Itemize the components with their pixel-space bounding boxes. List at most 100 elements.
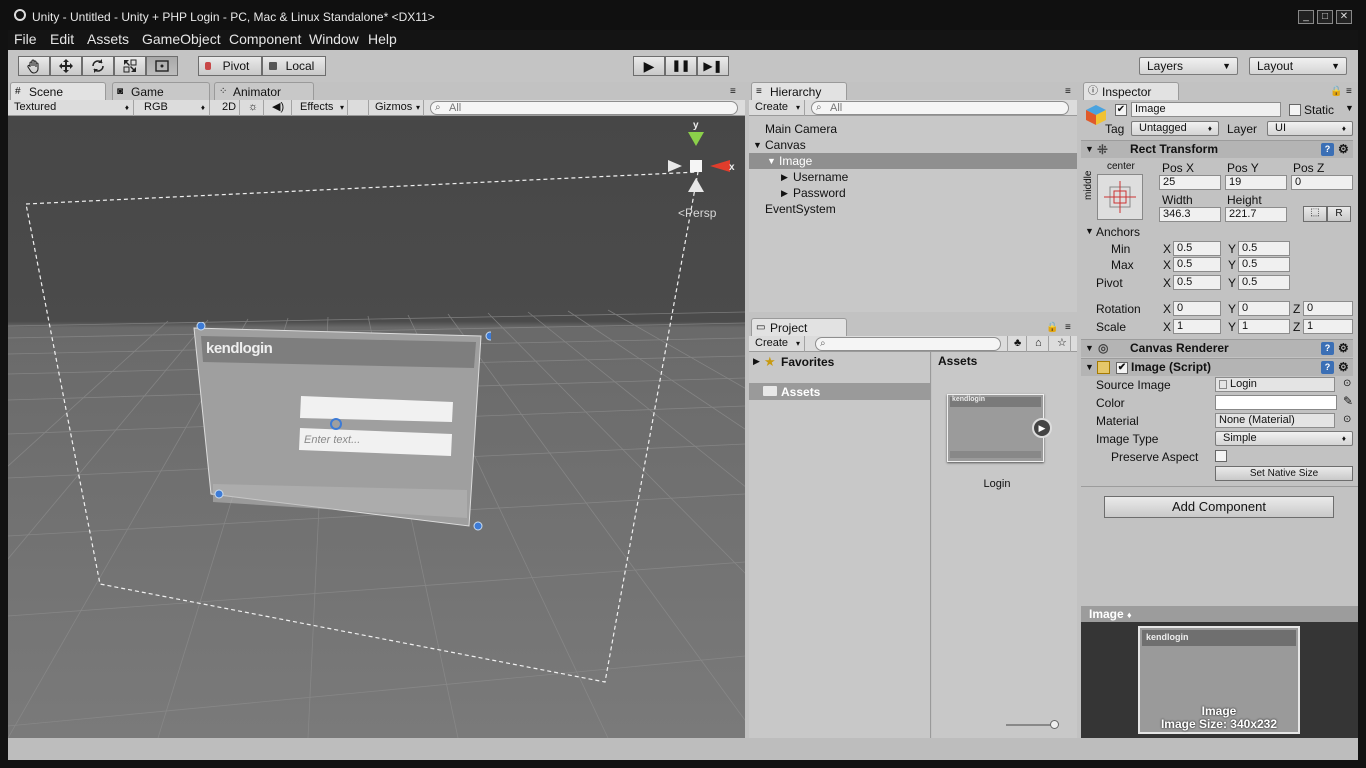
login-asset-thumbnail[interactable]: kendlogin bbox=[947, 394, 1044, 462]
draw-mode-dropdown[interactable]: Textured ♦ bbox=[8, 100, 134, 116]
2d-toggle[interactable]: 2D bbox=[216, 100, 240, 116]
help-icon[interactable]: ? bbox=[1321, 361, 1334, 374]
settings-gear-icon[interactable]: ⚙ bbox=[1338, 340, 1349, 357]
object-picker-icon[interactable]: ⊙ bbox=[1343, 378, 1351, 389]
tab-project[interactable]: ▭ Project bbox=[751, 318, 847, 336]
menu-assets[interactable]: Assets bbox=[87, 31, 129, 47]
help-icon[interactable]: ? bbox=[1321, 143, 1334, 156]
layout-dropdown[interactable]: Layout ▼ bbox=[1249, 57, 1347, 75]
rotation-y-field[interactable]: 0 bbox=[1238, 301, 1290, 316]
step-button[interactable]: ▶❚ bbox=[697, 56, 729, 76]
menu-help[interactable]: Help bbox=[368, 31, 397, 47]
raw-edit-button[interactable]: R bbox=[1327, 206, 1351, 222]
hierarchy-item-main-camera[interactable]: Main Camera bbox=[749, 121, 1077, 137]
collapse-arrow-icon[interactable]: ▼ bbox=[1085, 141, 1094, 158]
scale-y-field[interactable]: 1 bbox=[1238, 319, 1290, 334]
set-native-size-button[interactable]: Set Native Size bbox=[1215, 466, 1353, 481]
tab-hierarchy[interactable]: ≡ Hierarchy bbox=[751, 82, 847, 100]
object-picker-icon[interactable]: ⊙ bbox=[1343, 414, 1351, 425]
move-tool-button[interactable] bbox=[50, 56, 82, 76]
lock-icon[interactable]: 🔒 bbox=[1330, 86, 1342, 97]
hierarchy-create-dropdown[interactable]: Create ▾ bbox=[749, 100, 805, 116]
rect-transform-header[interactable]: ▼ ⁜ Rect Transform ? ⚙ bbox=[1081, 140, 1353, 158]
hierarchy-item-username[interactable]: ▶ Username bbox=[749, 169, 1077, 185]
pivot-toggle[interactable]: Pivot bbox=[198, 56, 262, 76]
settings-gear-icon[interactable]: ⚙ bbox=[1338, 141, 1349, 158]
gizmos-dropdown[interactable]: Gizmos ▾ bbox=[368, 100, 424, 116]
add-component-button[interactable]: Add Component bbox=[1104, 496, 1334, 518]
render-mode-dropdown[interactable]: RGB ♦ bbox=[138, 100, 210, 116]
effects-dropdown[interactable]: Effects ▾ bbox=[294, 100, 348, 116]
static-checkbox[interactable] bbox=[1289, 104, 1301, 116]
maximize-button[interactable]: □ bbox=[1317, 10, 1333, 24]
project-menu-icon[interactable]: ≡ bbox=[1065, 322, 1071, 333]
scene-orientation-gizmo[interactable] bbox=[658, 122, 738, 202]
color-swatch[interactable] bbox=[1215, 395, 1337, 410]
scale-z-field[interactable]: 1 bbox=[1303, 319, 1353, 334]
thumbnail-size-slider[interactable] bbox=[1006, 724, 1056, 726]
hierarchy-item-eventsystem[interactable]: EventSystem bbox=[749, 201, 1077, 217]
menu-gameobject[interactable]: GameObject bbox=[142, 31, 221, 47]
hand-tool-button[interactable] bbox=[18, 56, 50, 76]
collapse-arrow-icon[interactable]: ▼ bbox=[1085, 226, 1094, 236]
lock-icon[interactable]: 🔒 bbox=[1046, 322, 1058, 333]
image-script-header[interactable]: ▼ ✔ Image (Script) ? ⚙ bbox=[1081, 358, 1353, 376]
tab-animator[interactable]: ⁘ Animator bbox=[214, 82, 314, 100]
rotation-z-field[interactable]: 0 bbox=[1303, 301, 1353, 316]
posy-field[interactable]: 19 bbox=[1225, 175, 1287, 190]
canvas-renderer-header[interactable]: ▼ ◎ Canvas Renderer ? ⚙ bbox=[1081, 339, 1353, 357]
hierarchy-search-input[interactable]: ⌕ All bbox=[811, 101, 1069, 115]
play-button[interactable]: ▶ bbox=[633, 56, 665, 76]
scale-tool-button[interactable] bbox=[114, 56, 146, 76]
tab-inspector[interactable]: ⓘ Inspector bbox=[1083, 82, 1179, 100]
tab-game[interactable]: ◙ Game bbox=[112, 82, 210, 100]
rotation-x-field[interactable]: 0 bbox=[1173, 301, 1221, 316]
audio-toggle-icon[interactable]: ◀) bbox=[266, 100, 292, 116]
filter-type-icon[interactable]: ♣ bbox=[1007, 336, 1027, 352]
layers-dropdown[interactable]: Layers ▼ bbox=[1139, 57, 1238, 75]
play-asset-icon[interactable]: ▶ bbox=[1032, 418, 1052, 438]
hierarchy-item-image[interactable]: ▼ Image bbox=[749, 153, 1077, 169]
settings-gear-icon[interactable]: ⚙ bbox=[1338, 359, 1349, 376]
posz-field[interactable]: 0 bbox=[1291, 175, 1353, 190]
eyedropper-icon[interactable]: ✎ bbox=[1343, 394, 1353, 408]
layer-dropdown[interactable]: UI ♦ bbox=[1267, 121, 1353, 136]
expand-arrow-icon[interactable]: ▶ bbox=[781, 169, 788, 185]
blueprint-mode-button[interactable]: ⬚ bbox=[1303, 206, 1327, 222]
project-create-dropdown[interactable]: Create ▾ bbox=[749, 336, 805, 352]
width-field[interactable]: 346.3 bbox=[1159, 207, 1221, 222]
active-checkbox[interactable]: ✔ bbox=[1115, 104, 1127, 116]
favorites-item[interactable]: Favorites bbox=[781, 355, 834, 369]
close-button[interactable]: ✕ bbox=[1336, 10, 1352, 24]
preview-header[interactable]: Image ♦ bbox=[1081, 606, 1358, 622]
menu-window[interactable]: Window bbox=[309, 31, 359, 47]
menu-edit[interactable]: Edit bbox=[50, 31, 74, 47]
tab-scene[interactable]: # Scene bbox=[10, 82, 106, 100]
static-dropdown-arrow-icon[interactable]: ▼ bbox=[1345, 103, 1354, 113]
expand-arrow-icon[interactable]: ▼ bbox=[753, 137, 762, 153]
image-enabled-checkbox[interactable]: ✔ bbox=[1116, 362, 1128, 374]
lighting-toggle-icon[interactable]: ☼ bbox=[242, 100, 264, 116]
pivot-x-field[interactable]: 0.5 bbox=[1173, 275, 1221, 290]
material-field[interactable]: None (Material) bbox=[1215, 413, 1335, 428]
pause-button[interactable]: ❚❚ bbox=[665, 56, 697, 76]
object-name-field[interactable]: Image bbox=[1131, 102, 1281, 117]
expand-arrow-icon[interactable]: ▼ bbox=[767, 153, 776, 169]
expand-arrow-icon[interactable]: ▶ bbox=[781, 185, 788, 201]
anchor-min-y-field[interactable]: 0.5 bbox=[1238, 241, 1290, 256]
assets-folder-item[interactable]: Assets bbox=[749, 383, 931, 400]
help-icon[interactable]: ? bbox=[1321, 342, 1334, 355]
menu-component[interactable]: Component bbox=[229, 31, 301, 47]
rect-tool-button[interactable] bbox=[146, 56, 178, 76]
favorite-star-icon[interactable]: ☆ bbox=[1051, 336, 1071, 352]
inspector-menu-icon[interactable]: ≡ bbox=[1346, 86, 1352, 97]
anchor-max-x-field[interactable]: 0.5 bbox=[1173, 257, 1221, 272]
scene-view[interactable]: kendlogin Enter text... y x <Persp bbox=[8, 116, 745, 738]
anchor-min-x-field[interactable]: 0.5 bbox=[1173, 241, 1221, 256]
collapse-arrow-icon[interactable]: ▼ bbox=[1085, 340, 1094, 357]
image-type-dropdown[interactable]: Simple ♦ bbox=[1215, 431, 1353, 446]
preserve-aspect-checkbox[interactable] bbox=[1215, 450, 1227, 462]
collapse-arrow-icon[interactable]: ▼ bbox=[1085, 359, 1094, 376]
height-field[interactable]: 221.7 bbox=[1225, 207, 1287, 222]
hierarchy-menu-icon[interactable]: ≡ bbox=[1065, 86, 1071, 97]
